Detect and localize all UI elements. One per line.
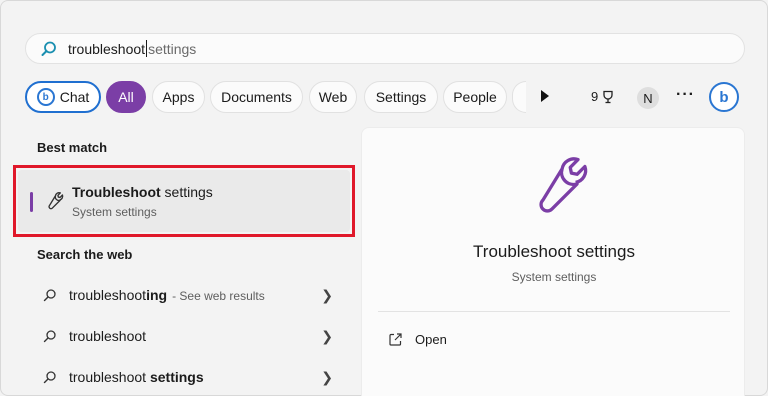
web-result-label: troubleshooting - See web results xyxy=(69,287,265,303)
filter-documents[interactable]: Documents xyxy=(210,81,303,113)
search-icon xyxy=(40,40,58,58)
search-input[interactable]: troubleshoot settings xyxy=(25,33,745,64)
web-result-bold: settings xyxy=(149,369,204,385)
chevron-right-icon[interactable]: ❯ xyxy=(321,369,333,386)
web-result-label: troubleshoot xyxy=(69,328,146,344)
best-match-item[interactable]: Troubleshoot settings System settings xyxy=(18,170,350,232)
filter-web-label: Web xyxy=(318,89,348,105)
filter-overflow-pill[interactable] xyxy=(512,81,526,113)
filter-web[interactable]: Web xyxy=(309,81,357,113)
avatar[interactable]: N xyxy=(637,87,659,109)
search-icon xyxy=(43,288,61,302)
selection-indicator xyxy=(30,192,33,212)
search-query-suggestion: settings xyxy=(148,40,197,57)
bing-chat-icon: b xyxy=(36,88,55,106)
divider xyxy=(378,311,730,312)
filter-documents-label: Documents xyxy=(221,89,292,105)
filter-people-label: People xyxy=(453,89,497,105)
best-match-title-rest: settings xyxy=(160,184,213,200)
best-match-title-bold: Troubleshoot xyxy=(72,184,161,200)
web-result-item[interactable]: troubleshooting - See web results ❯ xyxy=(27,277,347,313)
best-match-title: Troubleshoot settings xyxy=(72,184,213,200)
search-panel: troubleshoot settings b Chat All Apps Do… xyxy=(0,0,768,396)
detail-pane: Troubleshoot settings System settings Op… xyxy=(361,127,745,396)
chevron-right-icon[interactable]: ❯ xyxy=(321,287,333,304)
web-result-prefix: troubleshoot xyxy=(69,287,147,303)
best-match-heading: Best match xyxy=(37,140,108,155)
best-match-highlight: Troubleshoot settings System settings xyxy=(13,165,355,237)
web-result-label: troubleshoot settings xyxy=(69,369,204,385)
play-icon[interactable] xyxy=(541,90,549,102)
web-result-item[interactable]: troubleshoot settings ❯ xyxy=(27,359,347,395)
best-match-subtitle: System settings xyxy=(72,205,157,219)
filter-people[interactable]: People xyxy=(443,81,507,113)
chevron-right-icon[interactable]: ❯ xyxy=(321,328,333,345)
filter-all-label: All xyxy=(118,89,134,105)
filter-settings-label: Settings xyxy=(375,89,427,105)
detail-subtitle: System settings xyxy=(511,270,597,284)
filter-settings[interactable]: Settings xyxy=(364,81,438,113)
more-options-icon[interactable]: ··· xyxy=(676,86,695,104)
filter-chat-label: Chat xyxy=(59,89,90,105)
web-result-bold: ing xyxy=(146,287,168,303)
filter-chat[interactable]: b Chat xyxy=(25,81,101,113)
wrench-icon xyxy=(42,190,64,217)
text-caret xyxy=(146,40,148,57)
rewards-points-value: 9 xyxy=(591,89,599,104)
search-icon xyxy=(43,370,61,384)
trophy-icon xyxy=(603,90,613,103)
bing-icon[interactable]: b xyxy=(709,82,739,112)
web-result-hint: - See web results xyxy=(172,289,265,303)
web-result-item[interactable]: troubleshoot ❯ xyxy=(27,318,347,354)
search-query-typed: troubleshoot xyxy=(68,40,146,57)
search-web-heading: Search the web xyxy=(37,247,133,262)
filter-apps-label: Apps xyxy=(162,89,195,105)
filter-apps[interactable]: Apps xyxy=(152,81,205,113)
web-result-prefix: troubleshoot xyxy=(69,369,150,385)
filter-bar: b Chat All Apps Documents Web Settings P… xyxy=(25,81,745,114)
open-button[interactable]: Open xyxy=(388,332,447,347)
wrench-icon xyxy=(518,150,590,227)
detail-title: Troubleshoot settings xyxy=(473,242,635,261)
web-result-prefix: troubleshoot xyxy=(69,328,147,344)
filter-all[interactable]: All xyxy=(106,81,146,113)
rewards-points[interactable]: 9 xyxy=(591,89,615,104)
search-icon xyxy=(43,329,61,343)
search-query: troubleshoot settings xyxy=(68,40,196,57)
open-label: Open xyxy=(415,332,447,347)
open-external-icon xyxy=(389,333,402,346)
